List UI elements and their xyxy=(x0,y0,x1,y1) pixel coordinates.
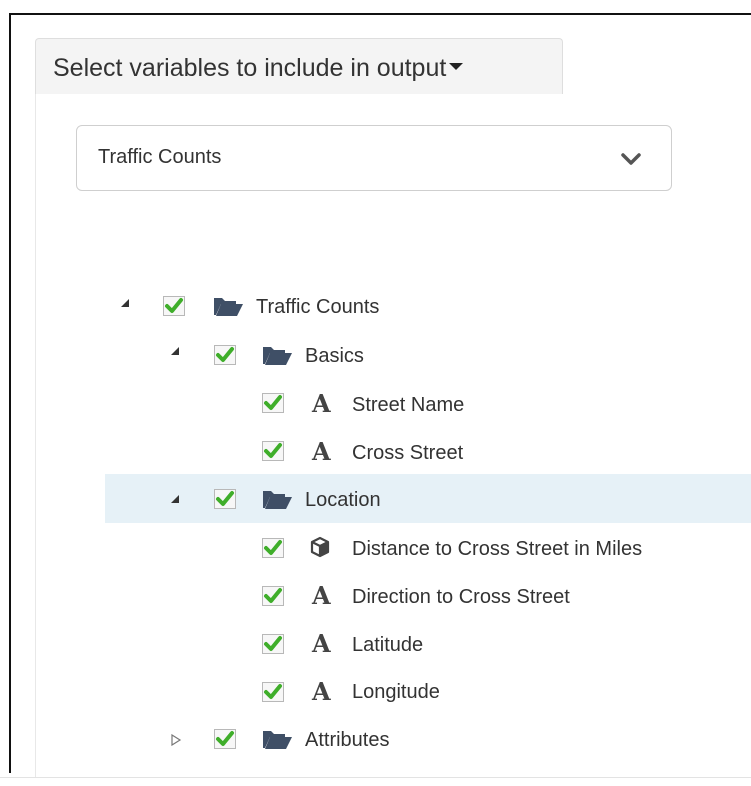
text-type-icon: A xyxy=(312,581,331,610)
select-variables-text: Select variables to include in output xyxy=(53,54,447,82)
tree-leaf-label: Longitude xyxy=(352,681,440,703)
selected-row-highlight xyxy=(105,474,751,523)
tree-leaf-label: Distance to Cross Street in Miles xyxy=(352,538,643,560)
tree-leaf-label: Street Name xyxy=(352,394,465,416)
checkbox-checked-icon[interactable] xyxy=(262,634,284,654)
text-type-icon: A xyxy=(312,629,331,658)
text-type-icon: A xyxy=(312,677,331,706)
tree-node-label: Traffic Counts xyxy=(256,296,380,318)
tree-leaf-label: Latitude xyxy=(352,634,424,656)
bottom-divider xyxy=(0,777,751,778)
folder-open-icon xyxy=(214,298,243,316)
text-type-icon: A xyxy=(312,389,331,418)
text-type-icon: A xyxy=(312,437,331,466)
checkbox-checked-icon[interactable] xyxy=(262,538,284,558)
collapsed-triangle-icon[interactable] xyxy=(170,734,182,746)
checkbox-checked-icon[interactable] xyxy=(262,393,284,413)
expanded-triangle-icon[interactable] xyxy=(169,345,181,357)
folder-open-icon xyxy=(263,347,292,365)
expanded-triangle-icon[interactable] xyxy=(119,297,131,309)
dataset-select[interactable]: Traffic Counts xyxy=(76,125,672,191)
numeric-cube-icon xyxy=(310,536,330,558)
folder-open-icon xyxy=(263,731,292,749)
tree-node-label: Location xyxy=(305,489,381,511)
checkbox-checked-icon[interactable] xyxy=(214,345,236,365)
chevron-down-icon xyxy=(621,153,641,165)
checkbox-checked-icon[interactable] xyxy=(262,682,284,702)
select-variables-tab[interactable]: Select variables to include in output xyxy=(35,38,563,94)
caret-down-icon xyxy=(449,62,464,70)
checkbox-checked-icon[interactable] xyxy=(214,489,236,509)
select-variables-label: Select variables to include in output xyxy=(53,54,464,83)
folder-open-icon xyxy=(263,491,292,509)
tree-node-label: Basics xyxy=(305,345,364,367)
dataset-select-value: Traffic Counts xyxy=(98,146,222,168)
tree-leaf-label: Direction to Cross Street xyxy=(352,586,570,608)
checkbox-checked-icon[interactable] xyxy=(163,296,185,316)
panel-border xyxy=(35,94,36,777)
expanded-triangle-icon[interactable] xyxy=(169,493,181,505)
tree-node-label: Attributes xyxy=(305,729,390,751)
tree-leaf-label: Cross Street xyxy=(352,442,464,464)
checkbox-checked-icon[interactable] xyxy=(262,586,284,606)
checkbox-checked-icon[interactable] xyxy=(214,729,236,749)
checkbox-checked-icon[interactable] xyxy=(262,441,284,461)
